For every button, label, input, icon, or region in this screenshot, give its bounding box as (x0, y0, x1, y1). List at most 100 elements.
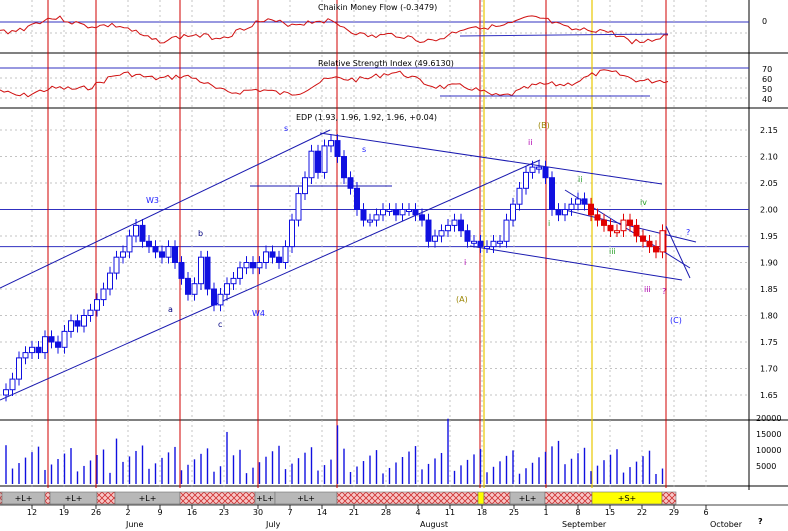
band-label: +L+ (15, 494, 33, 503)
candle-body (22, 352, 29, 359)
volume-bars (5, 418, 664, 484)
candle-body (471, 240, 477, 244)
band-label: +L+ (139, 494, 157, 503)
band-segment (96, 491, 116, 505)
wave-label: W3 (146, 196, 159, 205)
wave-label: b (198, 229, 203, 238)
month-label: October (710, 520, 743, 529)
candle-body (490, 240, 497, 248)
signal-band: +L+ +L+ +L+ +L+ +L+ +L+ +S+ (0, 491, 788, 509)
price-tick-label: 2.10 (760, 153, 778, 162)
candle-body (640, 235, 646, 242)
candle-body (503, 219, 510, 242)
band-label: +L+ (256, 494, 274, 503)
candle-body (393, 209, 399, 216)
day-label: 9 (157, 508, 162, 517)
candle-body (3, 389, 9, 396)
band-segment (483, 491, 511, 505)
price-candles (3, 134, 666, 402)
candle-body (172, 246, 178, 264)
candle-body (165, 246, 172, 258)
wave-label: ii (528, 138, 532, 147)
price-tick-label: 1.70 (760, 365, 778, 374)
price-tick-label: 1.90 (760, 259, 778, 268)
day-label: 21 (349, 508, 359, 517)
candle-body (321, 145, 328, 173)
candle-body (48, 336, 55, 343)
wave-label: ii (578, 175, 582, 184)
candle-body (653, 246, 659, 253)
price-tick-label: 1.80 (760, 312, 778, 321)
cycle-lines (31, 0, 707, 488)
wave-label: i (548, 219, 550, 228)
candle-body (35, 346, 42, 354)
candle-body (646, 240, 653, 248)
candle-body (68, 320, 74, 332)
candle-body (633, 224, 640, 237)
candle-body (523, 171, 529, 189)
band-segment (544, 491, 593, 505)
candle-body (445, 224, 451, 232)
candle-body (302, 177, 308, 195)
candle-body (360, 209, 367, 221)
candle-body (458, 219, 464, 232)
candle-body (152, 246, 159, 253)
candle-body (94, 299, 100, 311)
candle-body (100, 288, 107, 301)
candle-body (529, 166, 536, 173)
day-label: 25 (509, 508, 519, 517)
volume-tick-label: 10000 (756, 446, 781, 455)
candle-body (9, 378, 16, 391)
cmf-title: Chaikin Money Flow (-0.3479) (318, 3, 437, 12)
candle-body (113, 256, 120, 274)
candle-body (289, 219, 295, 248)
day-label: 18 (477, 508, 487, 517)
day-label: 22 (637, 508, 647, 517)
cmf-line (0, 15, 669, 45)
wave-label: s (284, 124, 288, 133)
volume-tick-label: 5000 (756, 462, 776, 471)
indicator-lines (0, 15, 669, 98)
candle-body (516, 187, 523, 205)
rsi-tick: 50 (762, 85, 772, 94)
candle-body (510, 203, 516, 221)
candle-body (438, 230, 445, 237)
candle-body (386, 209, 393, 212)
wave-label: iii (609, 247, 616, 256)
candle-body (555, 209, 562, 216)
cmf-trendline (459, 33, 669, 37)
candle-body (126, 235, 133, 253)
labels: Chaikin Money Flow (-0.3479) Relative St… (27, 3, 782, 529)
candle-body (269, 251, 276, 258)
candle-body (211, 288, 217, 306)
candle-body (250, 262, 256, 269)
day-label: 14 (317, 508, 327, 517)
candle-body (243, 262, 250, 269)
candle-body (334, 140, 341, 158)
wave-label: s (362, 145, 366, 154)
candle-body (594, 214, 601, 221)
candle-body (347, 177, 354, 189)
band-label: +L+ (297, 494, 315, 503)
band-segment (179, 491, 256, 505)
stock-chart: +L+ +L+ +L+ +L+ +L+ +L+ +S+ Chaikin Money Flow… (0, 0, 788, 529)
band-label: +S+ (618, 494, 636, 503)
candle-body (87, 309, 94, 317)
candle-body (451, 219, 458, 226)
gridlines (0, 21, 749, 396)
day-label: 28 (381, 508, 391, 517)
month-label: June (125, 520, 144, 529)
candle-body (575, 198, 581, 205)
candle-body (354, 187, 360, 211)
candle-body (477, 240, 484, 248)
wave-label: W4 (252, 309, 265, 318)
day-label: 19 (59, 508, 69, 517)
price-tick-label: 2.15 (760, 126, 778, 135)
candle-body (263, 251, 269, 263)
candle-body (588, 203, 594, 216)
rsi-tick: 40 (762, 95, 772, 104)
candle-body (191, 283, 198, 295)
panel-frames (0, 0, 788, 490)
candle-body (406, 209, 412, 212)
candle-body (146, 240, 152, 248)
